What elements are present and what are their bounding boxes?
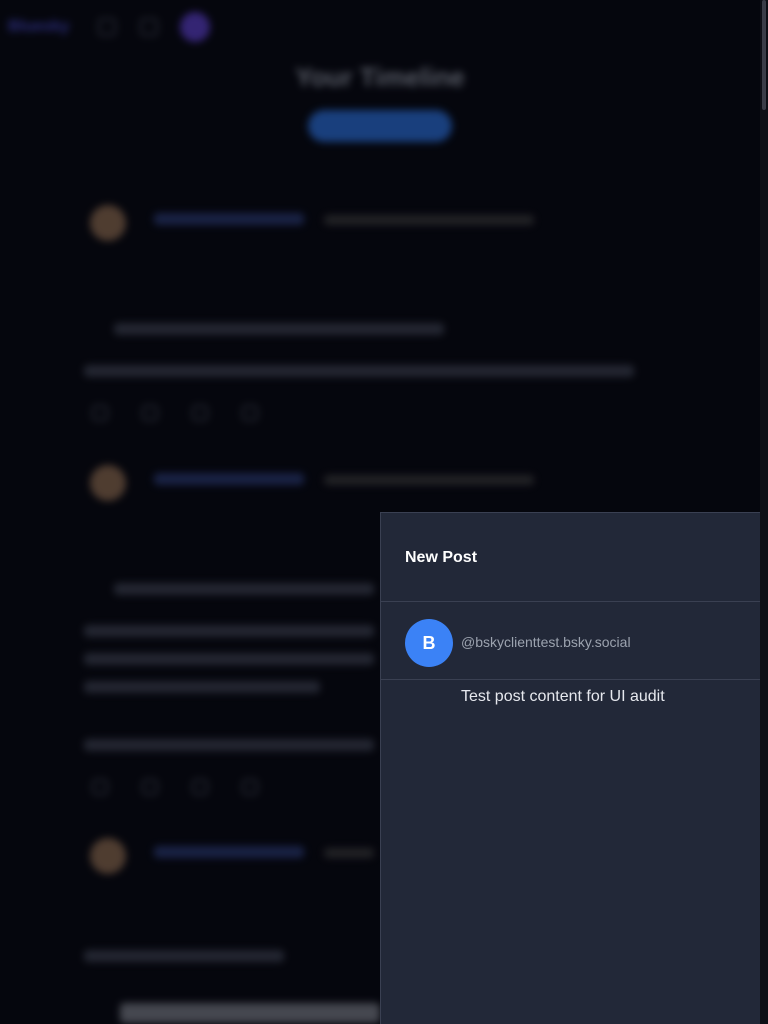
avatar[interactable] <box>90 205 126 241</box>
post-author[interactable] <box>154 473 304 485</box>
page-title: Your Timeline <box>295 62 465 92</box>
post-text <box>84 681 320 693</box>
scrollbar[interactable] <box>760 0 768 1024</box>
account-row: B @bskyclienttest.bsky.social <box>381 602 760 680</box>
post-text-input[interactable]: Test post content for UI audit <box>461 687 751 1007</box>
avatar[interactable] <box>90 838 126 874</box>
post-text <box>84 739 374 751</box>
compose-header: New Post <box>381 513 760 602</box>
brand-logo[interactable]: Bluesky <box>8 18 69 36</box>
compose-title: New Post <box>405 549 478 566</box>
reply-icon[interactable] <box>92 405 108 421</box>
top-bar: Bluesky <box>0 0 760 56</box>
post-handle <box>324 475 534 485</box>
account-handle: @bskyclienttest.bsky.social <box>461 634 631 650</box>
scrollbar-thumb[interactable] <box>762 0 766 110</box>
post-link[interactable] <box>114 583 374 595</box>
new-post-button[interactable] <box>308 110 452 142</box>
avatar[interactable] <box>90 465 126 501</box>
avatar[interactable] <box>180 12 210 42</box>
home-icon[interactable] <box>98 18 116 36</box>
post-handle <box>324 215 534 225</box>
compose-panel: New Post B @bskyclienttest.bsky.social T… <box>380 512 760 1024</box>
post-author[interactable] <box>154 213 304 225</box>
post-handle <box>324 848 374 858</box>
avatar: B <box>405 619 453 667</box>
post-text <box>84 365 634 377</box>
share-icon[interactable] <box>242 405 258 421</box>
post-image[interactable] <box>120 1003 380 1023</box>
share-icon[interactable] <box>242 779 258 795</box>
post-link[interactable] <box>114 323 444 335</box>
post-text <box>84 653 374 665</box>
post-text <box>84 625 374 637</box>
like-icon[interactable] <box>192 405 208 421</box>
repost-icon[interactable] <box>142 779 158 795</box>
like-icon[interactable] <box>192 779 208 795</box>
post-author[interactable] <box>154 846 304 858</box>
notifications-icon[interactable] <box>140 18 158 36</box>
post-text <box>84 950 284 962</box>
reply-icon[interactable] <box>92 779 108 795</box>
repost-icon[interactable] <box>142 405 158 421</box>
